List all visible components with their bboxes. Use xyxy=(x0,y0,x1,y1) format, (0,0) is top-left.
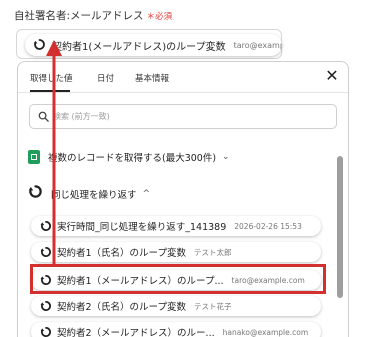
search-icon xyxy=(38,107,49,126)
tab-divider xyxy=(18,92,348,93)
loop-icon xyxy=(40,217,52,236)
list-item[interactable]: 契約者2（メールアドレス）のルー... hanako@example.com xyxy=(31,322,321,337)
required-badge: ＊必須 xyxy=(147,12,173,22)
tab-date[interactable]: 日付 xyxy=(97,72,114,84)
item-name: 契約者1（氏名）のループ変数 xyxy=(57,248,186,259)
loop-icon xyxy=(40,297,52,316)
section-get-records-label: 複数のレコードを取得する(最大300件) xyxy=(48,153,217,164)
close-icon[interactable]: ✕ xyxy=(324,68,340,84)
sheets-icon xyxy=(28,150,40,164)
section-loop[interactable]: 同じ処理を繰り返す ^ xyxy=(28,184,150,203)
field-label: 自社署名者:メールアドレス ＊必須 xyxy=(14,8,172,23)
chip-variable-value: taro@example xyxy=(233,40,282,50)
loop-icon xyxy=(40,323,52,337)
selected-variable-chip[interactable]: 契約者1(メールアドレス)のループ変数 taro@example xyxy=(25,34,282,56)
item-value: hanako@example.com xyxy=(222,327,309,337)
tab-bar: 取得した値 日付 基本情報 ✕ xyxy=(18,62,348,92)
item-name: 契約者2（氏名）のループ変数 xyxy=(57,302,186,313)
item-value: テスト太郎 xyxy=(193,247,232,257)
section-get-records[interactable]: 複数のレコードを取得する(最大300件) ⌄ xyxy=(28,150,230,164)
item-name: 実行時間_同じ処理を繰り返す_141389 xyxy=(57,222,227,233)
loop-icon xyxy=(33,36,46,55)
loop-icon xyxy=(28,184,43,203)
tab-acquired-values[interactable]: 取得した値 xyxy=(30,72,73,84)
item-name: 契約者2（メールアドレス）のルー... xyxy=(57,328,215,337)
list-item[interactable]: 契約者2（氏名）のループ変数 テスト花子 xyxy=(31,296,321,316)
list-item[interactable]: 契約者1（氏名）のループ変数 テスト太郎 xyxy=(31,242,321,262)
search-placeholder: 検索 (前方一致) xyxy=(53,112,110,121)
variable-picker-panel: 取得した値 日付 基本情報 ✕ 検索 (前方一致) 複数のレコードを取得する(最… xyxy=(17,61,349,337)
highlight-box xyxy=(30,264,326,294)
chevron-up-icon: ^ xyxy=(142,188,151,199)
field-editor: 自社署名者:メールアドレス ＊必須 契約者1(メールアドレス)のループ変数 tar… xyxy=(0,0,374,337)
search-input[interactable]: 検索 (前方一致) xyxy=(29,104,337,129)
loop-icon xyxy=(40,243,52,262)
field-label-text: 自社署名者:メールアドレス xyxy=(14,10,144,22)
list-item[interactable]: 実行時間_同じ処理を繰り返す_141389 2026-02-26 15:53 xyxy=(31,216,321,236)
section-loop-label: 同じ処理を繰り返す xyxy=(51,189,137,201)
chevron-down-icon: ⌄ xyxy=(222,152,230,162)
chip-variable-name: 契約者1(メールアドレス)のループ変数 xyxy=(52,41,226,53)
required-text: 必須 xyxy=(155,12,173,22)
item-value: 2026-02-26 15:53 xyxy=(234,221,302,231)
scrollbar[interactable] xyxy=(337,156,343,298)
required-mark: ＊ xyxy=(146,12,156,22)
item-value: テスト花子 xyxy=(193,301,232,311)
tab-basic-info[interactable]: 基本情報 xyxy=(135,72,169,84)
